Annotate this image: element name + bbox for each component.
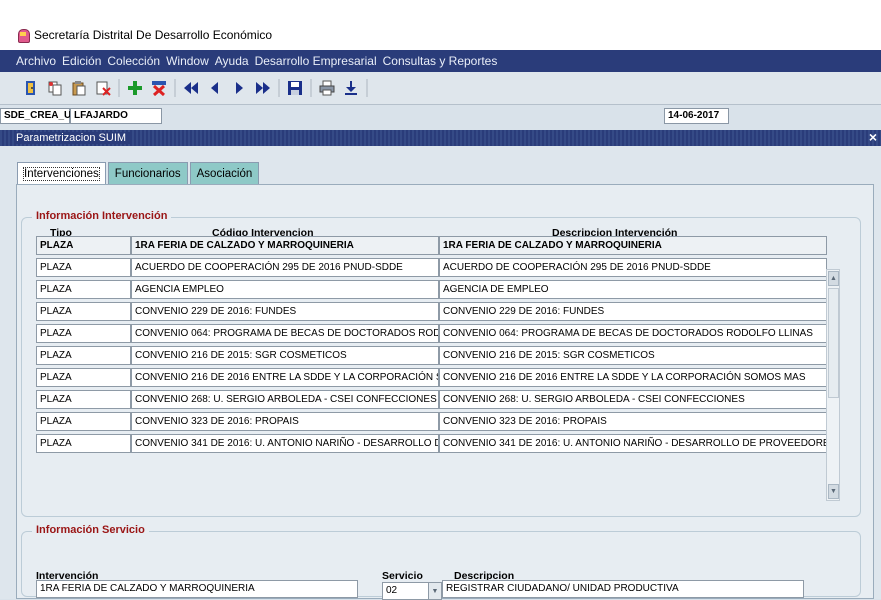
clear-icon[interactable] [94,79,112,97]
table-row[interactable]: PLAZA AGENCIA EMPLEO AGENCIA DE EMPLEO [36,280,827,299]
servicio-group: Información Servicio Intervención Servic… [21,524,861,600]
paste-icon[interactable] [70,79,88,97]
menu-edicion[interactable]: Edición [62,54,101,68]
session-status-row: SDE_CREA_US LFAJARDO 14-06-2017 [0,106,881,126]
tipo-cell[interactable]: PLAZA [36,324,131,343]
window-titlebar: Secretaría Distrital De Desarrollo Econó… [0,0,881,50]
intervencion-field[interactable]: 1RA FERIA DE CALZADO Y MARROQUINERIA [36,580,358,598]
table-row[interactable]: PLAZA CONVENIO 341 DE 2016: U. ANTONIO N… [36,434,827,453]
close-icon[interactable]: × [869,129,877,145]
toolbar [0,72,881,105]
descripcion-cell[interactable]: CONVENIO 229 DE 2016: FUNDES [439,302,827,321]
menu-bar: Archivo Edición Colección Window Ayuda D… [0,50,881,72]
form-body: Intervenciones Funcionarios Asociación I… [0,146,881,600]
toolbar-separator [278,79,280,97]
scroll-down-icon[interactable]: ▼ [828,484,839,499]
codigo-cell[interactable]: AGENCIA EMPLEO [131,280,439,299]
menu-coleccion[interactable]: Colección [107,54,160,68]
tab-intervenciones[interactable]: Intervenciones [17,162,106,185]
last-record-icon[interactable] [254,79,272,97]
user-field: LFAJARDO [70,108,162,124]
window-title: Secretaría Distrital De Desarrollo Econó… [34,28,273,42]
insert-record-icon[interactable] [126,79,144,97]
app-icon [16,28,30,43]
tipo-cell[interactable]: PLAZA [36,236,131,255]
tipo-cell[interactable]: PLAZA [36,258,131,277]
menu-desarrollo-empresarial[interactable]: Desarrollo Empresarial [255,54,377,68]
descripcion-cell[interactable]: CONVENIO 268: U. SERGIO ARBOLEDA - CSEI … [439,390,827,409]
tipo-cell[interactable]: PLAZA [36,280,131,299]
table-row[interactable]: PLAZA CONVENIO 229 DE 2016: FUNDES CONVE… [36,302,827,321]
exit-icon[interactable] [22,79,40,97]
tipo-cell[interactable]: PLAZA [36,390,131,409]
codigo-cell[interactable]: CONVENIO 216 DE 2015: SGR COSMETICOS [131,346,439,365]
scroll-up-icon[interactable]: ▲ [828,271,839,286]
tab-bar: Intervenciones Funcionarios Asociación [17,162,261,185]
servicio-select[interactable]: 02 [382,582,430,600]
codigo-cell[interactable]: CONVENIO 268: U. SERGIO ARBOLEDA - CSEI … [131,390,439,409]
codigo-cell[interactable]: 1RA FERIA DE CALZADO Y MARROQUINERIA [131,236,439,255]
delete-record-icon[interactable] [150,79,168,97]
table-row[interactable]: PLAZA CONVENIO 216 DE 2015: SGR COSMETIC… [36,346,827,365]
menu-ayuda[interactable]: Ayuda [215,54,249,68]
menu-archivo[interactable]: Archivo [16,54,56,68]
print-icon[interactable] [318,79,336,97]
module-field: SDE_CREA_US [0,108,78,124]
table-row[interactable]: PLAZA CONVENIO 216 DE 2016 ENTRE LA SDDE… [36,368,827,387]
vertical-scrollbar[interactable]: ▲ ▼ [826,269,840,501]
table-row[interactable]: PLAZA CONVENIO 064: PROGRAMA DE BECAS DE… [36,324,827,343]
descripcion-cell[interactable]: AGENCIA DE EMPLEO [439,280,827,299]
descripcion-cell[interactable]: CONVENIO 216 DE 2015: SGR COSMETICOS [439,346,827,365]
table-row[interactable]: PLAZA CONVENIO 268: U. SERGIO ARBOLEDA -… [36,390,827,409]
form-title: Parametrizacion SUIM [16,132,133,144]
download-icon[interactable] [342,79,360,97]
scroll-thumb[interactable] [828,288,839,398]
tab-funcionarios[interactable]: Funcionarios [107,162,188,184]
table-row[interactable]: PLAZA ACUERDO DE COOPERACIÓN 295 DE 2016… [36,258,827,277]
descripcion-cell[interactable]: CONVENIO 216 DE 2016 ENTRE LA SDDE Y LA … [439,368,827,387]
toolbar-separator [310,79,312,97]
descripcion-field[interactable]: REGISTRAR CIUDADANO/ UNIDAD PRODUCTIVA [442,580,804,598]
codigo-cell[interactable]: CONVENIO 229 DE 2016: FUNDES [131,302,439,321]
codigo-cell[interactable]: CONVENIO 216 DE 2016 ENTRE LA SDDE Y LA … [131,368,439,387]
toolbar-separator [366,79,368,97]
codigo-cell[interactable]: CONVENIO 341 DE 2016: U. ANTONIO NARIÑO … [131,434,439,453]
menu-window[interactable]: Window [166,54,209,68]
tipo-cell[interactable]: PLAZA [36,302,131,321]
chevron-down-icon[interactable]: ▼ [428,582,442,600]
codigo-cell[interactable]: CONVENIO 323 DE 2016: PROPAIS [131,412,439,431]
table-row[interactable]: PLAZA 1RA FERIA DE CALZADO Y MARROQUINER… [36,236,827,255]
servicio-group-title: Información Servicio [32,524,149,536]
tipo-cell[interactable]: PLAZA [36,346,131,365]
descripcion-cell[interactable]: 1RA FERIA DE CALZADO Y MARROQUINERIA [439,236,827,255]
codigo-cell[interactable]: CONVENIO 064: PROGRAMA DE BECAS DE DOCTO… [131,324,439,343]
descripcion-cell[interactable]: CONVENIO 064: PROGRAMA DE BECAS DE DOCTO… [439,324,827,343]
descripcion-cell[interactable]: ACUERDO DE COOPERACIÓN 295 DE 2016 PNUD-… [439,258,827,277]
next-record-icon[interactable] [230,79,248,97]
date-field: 14-06-2017 [664,108,729,124]
descripcion-cell[interactable]: CONVENIO 323 DE 2016: PROPAIS [439,412,827,431]
toolbar-separator [174,79,176,97]
codigo-cell[interactable]: ACUERDO DE COOPERACIÓN 295 DE 2016 PNUD-… [131,258,439,277]
save-icon[interactable] [286,79,304,97]
form-window-titlebar[interactable]: Parametrizacion SUIM × [0,129,881,146]
servicio-label: Servicio [382,570,423,582]
first-record-icon[interactable] [182,79,200,97]
tipo-cell[interactable]: PLAZA [36,412,131,431]
tipo-cell[interactable]: PLAZA [36,434,131,453]
copy-icon[interactable] [46,79,64,97]
toolbar-separator [118,79,120,97]
tab-panel-intervenciones: Información Intervención Tipo Código Int… [16,184,874,600]
intervencion-group-title: Información Intervención [32,210,172,222]
previous-record-icon[interactable] [206,79,224,97]
tab-asociacion[interactable]: Asociación [189,162,260,184]
descripcion-cell[interactable]: CONVENIO 341 DE 2016: U. ANTONIO NARIÑO … [439,434,827,453]
table-row[interactable]: PLAZA CONVENIO 323 DE 2016: PROPAIS CONV… [36,412,827,431]
tipo-cell[interactable]: PLAZA [36,368,131,387]
menu-consultas-reportes[interactable]: Consultas y Reportes [383,54,498,68]
intervencion-group: Información Intervención Tipo Código Int… [21,210,861,517]
